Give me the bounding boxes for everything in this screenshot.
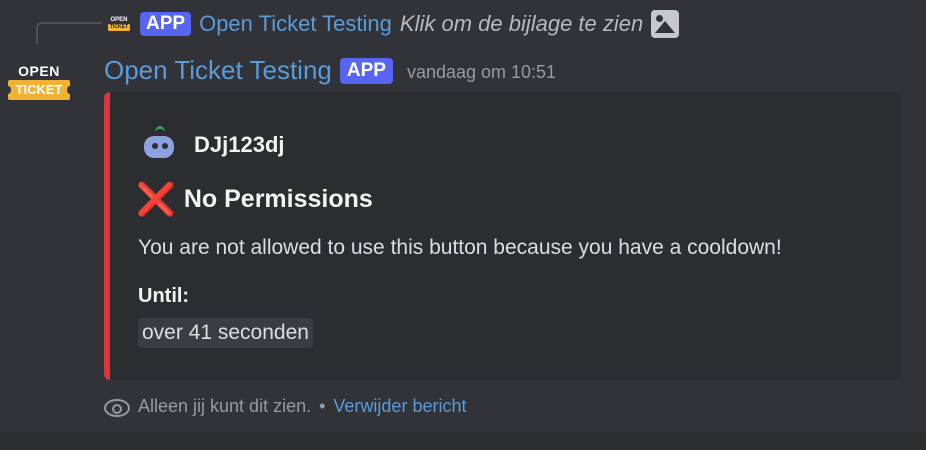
embed-card: DJj123dj ❌ No Permissions You are not al… bbox=[104, 92, 901, 380]
image-icon[interactable] bbox=[651, 10, 680, 38]
reply-author-name[interactable]: Open Ticket Testing bbox=[199, 11, 392, 37]
reply-connector bbox=[36, 22, 102, 44]
reply-avatar-logo[interactable]: OPEN TICKET bbox=[106, 14, 132, 34]
message-header: Open Ticket Testing APP vandaag om 10:51 bbox=[104, 55, 556, 86]
embed-description: You are not allowed to use this button b… bbox=[138, 236, 782, 259]
delete-message-link[interactable]: Verwijder bericht bbox=[333, 396, 466, 417]
reply-content-text[interactable]: Klik om de bijlage te zien bbox=[400, 11, 643, 37]
cross-mark-icon: ❌ bbox=[136, 181, 176, 217]
avatar-text-open: OPEN bbox=[18, 63, 60, 79]
reply-app-badge: APP bbox=[140, 12, 192, 36]
embed-field-value: over 41 seconden bbox=[138, 318, 313, 348]
avatar[interactable]: OPEN TICKET bbox=[4, 62, 74, 110]
embed-field-name: Until: bbox=[138, 285, 190, 307]
app-badge: APP bbox=[339, 57, 393, 84]
eye-icon bbox=[104, 398, 130, 417]
embed-author: DJj123dj bbox=[138, 124, 285, 166]
message-timestamp[interactable]: vandaag om 10:51 bbox=[407, 62, 556, 83]
ephemeral-notice: Alleen jij kunt dit zien. • Verwijder be… bbox=[104, 396, 466, 417]
embed-title: ❌ No Permissions bbox=[136, 181, 373, 217]
avatar-text-ticket: TICKET bbox=[4, 80, 74, 100]
embed-author-avatar-icon bbox=[138, 124, 180, 166]
separator-dot: • bbox=[319, 396, 326, 416]
embed-author-name: DJj123dj bbox=[194, 132, 285, 157]
author-name[interactable]: Open Ticket Testing bbox=[104, 55, 332, 86]
reply-logo-text-bottom: TICKET bbox=[107, 24, 131, 31]
embed-title-text: No Permissions bbox=[183, 184, 373, 213]
reply-logo-text-top: OPEN bbox=[110, 17, 128, 23]
bottom-strip bbox=[0, 432, 926, 450]
reply-preview[interactable]: OPEN TICKET APP Open Ticket Testing Klik… bbox=[106, 9, 680, 39]
ephemeral-text: Alleen jij kunt dit zien. bbox=[138, 396, 312, 416]
